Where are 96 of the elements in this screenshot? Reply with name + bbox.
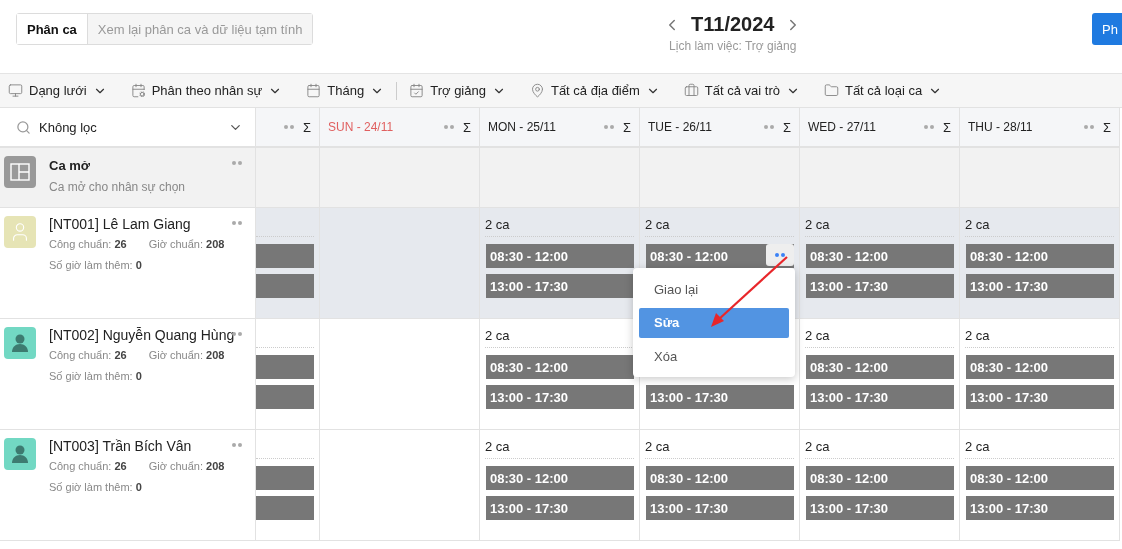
shift-bar[interactable]: 08:30 - 12:00: [966, 355, 1114, 379]
more-icon[interactable]: [774, 252, 786, 258]
calendar-gear-icon: [130, 83, 146, 98]
shift-bar[interactable]: 13:00 - 17:30: [486, 385, 634, 409]
employee-name: [NT003] Trần Bích Vân: [49, 438, 193, 454]
drag-handle-icon[interactable]: [922, 124, 935, 130]
search-icon: [16, 119, 31, 135]
employee-stat: Công chuẩn: 26: [49, 238, 127, 250]
person-icon: [10, 444, 30, 464]
shift-bar[interactable]: 08:30 - 12:00: [646, 466, 794, 490]
tab[interactable]: Phân ca: [17, 14, 88, 44]
layout-icon: [4, 156, 36, 188]
open-shift-title: Ca mở: [49, 158, 92, 173]
shift-count: 2 ca: [965, 328, 990, 343]
toolbar-dropdown[interactable]: Dạng lưới: [8, 83, 119, 98]
day-label: MON - 25/11: [488, 120, 557, 134]
sum-symbol[interactable]: Σ: [1102, 119, 1111, 135]
sum-symbol[interactable]: Σ: [302, 119, 311, 135]
shift-bar[interactable]: 13:00 - 17:30: [806, 274, 954, 298]
more-button[interactable]: [766, 244, 794, 266]
drag-handle-icon[interactable]: [231, 220, 243, 226]
toolbar-dropdown[interactable]: Tất cả địa điểm: [529, 83, 672, 98]
monitor-icon: [8, 83, 23, 98]
drag-handle-icon[interactable]: [762, 124, 775, 130]
shift-count: 2 ca: [805, 439, 830, 454]
open-shift-subtitle: Ca mở cho nhân sự chọn: [49, 180, 185, 194]
sum-symbol[interactable]: Σ: [942, 119, 951, 135]
person-icon: [10, 333, 30, 353]
filter-dropdown[interactable]: Không lọc: [0, 108, 256, 148]
shift-bar[interactable]: 08:30 - 12:00: [806, 244, 954, 268]
shift-count: 2 ca: [645, 217, 670, 232]
calendar-icon: [306, 83, 322, 98]
drag-handle-icon[interactable]: [602, 124, 615, 130]
shift-bar[interactable]: 13:00 - 17:30: [646, 496, 794, 520]
shift-bar[interactable]: 13:00 - 17:30: [646, 385, 794, 409]
shift-bar[interactable]: 08:30 - 12:00: [966, 466, 1114, 490]
menu-item[interactable]: Giao lại: [639, 274, 789, 304]
employee-stat: Giờ chuẩn: 208: [148, 238, 225, 250]
schedule-subtitle: Lịch làm việc: Trợ giảng: [669, 39, 797, 53]
period-title: T11/2024: [691, 13, 775, 36]
toolbar-dropdown[interactable]: Trợ giảng: [409, 83, 518, 98]
shift-bar[interactable]: 08:30 - 12:00: [486, 466, 634, 490]
employee-name: [NT001] Lê Lam Giang: [49, 216, 192, 232]
calendar-check-icon: [409, 83, 425, 98]
shift-count: 2 ca: [485, 217, 510, 232]
shift-bar[interactable]: 13:00 - 17:30: [486, 496, 634, 520]
shift-bar[interactable]: 08:30 - 12:00: [486, 355, 634, 379]
employee-name: [NT002] Nguyễn Quang Hùng: [49, 327, 235, 343]
toolbar-dropdown[interactable]: Tất cả loại ca: [823, 83, 955, 98]
employee-stat: Số giờ làm thêm: 0: [49, 370, 142, 382]
shift-bar[interactable]: 13:00 - 17:30: [966, 385, 1114, 409]
toolbar-dropdown[interactable]: Phân theo nhân sự: [130, 83, 295, 98]
shift-bar[interactable]: 13:00 - 17:30: [966, 274, 1114, 298]
shift-count: 2 ca: [485, 439, 510, 454]
shift-bar[interactable]: 13:00 - 17:30: [966, 496, 1114, 520]
shift-count: 2 ca: [485, 328, 510, 343]
menu-item[interactable]: Xóa: [639, 341, 789, 371]
employee-stat: Số giờ làm thêm: 0: [49, 481, 142, 493]
employee-stat: Công chuẩn: 26: [49, 349, 127, 361]
toolbar-dropdown[interactable]: Tháng: [306, 83, 397, 98]
shift-bar[interactable]: 08:30 - 12:00: [646, 244, 794, 268]
shift-bar[interactable]: 13:00 - 17:30: [486, 274, 634, 298]
drag-handle-icon[interactable]: [231, 442, 243, 448]
shift-bar[interactable]: 13:00 - 17:30: [806, 385, 954, 409]
shift-bar[interactable]: 13:00 - 17:30: [806, 496, 954, 520]
map-pin-icon: [529, 83, 545, 98]
day-label: WED - 27/11: [808, 120, 877, 134]
day-label: SUN - 24/11: [328, 120, 395, 134]
sum-symbol[interactable]: Σ: [462, 119, 471, 135]
shift-count: 2 ca: [965, 217, 990, 232]
shift-bar[interactable]: 08:30 - 12:00: [966, 244, 1114, 268]
shift-bar[interactable]: 08:30 - 12:00: [806, 466, 954, 490]
employee-stat: Giờ chuẩn: 208: [148, 460, 225, 472]
employee-stat: Số giờ làm thêm: 0: [49, 259, 142, 271]
shift-count: 2 ca: [645, 439, 670, 454]
menu-item[interactable]: Sửa: [639, 307, 789, 338]
shift-count: 2 ca: [805, 217, 830, 232]
tab[interactable]: Xem lại phân ca và dữ liệu tạm tính: [87, 14, 313, 44]
day-label: THU - 28/11: [968, 120, 1034, 134]
shift-bar[interactable]: 08:30 - 12:00: [806, 355, 954, 379]
day-label: TUE - 26/11: [648, 120, 713, 134]
folder-icon: [823, 83, 839, 98]
shift-count: 2 ca: [965, 439, 990, 454]
briefcase-icon: [683, 83, 699, 98]
drag-handle-icon[interactable]: [1082, 124, 1095, 130]
employee-stat: Giờ chuẩn: 208: [148, 349, 225, 361]
drag-handle-icon[interactable]: [231, 160, 243, 166]
drag-handle-icon[interactable]: [282, 124, 295, 130]
sum-symbol[interactable]: Σ: [782, 119, 791, 135]
shift-bar[interactable]: 08:30 - 12:00: [486, 244, 634, 268]
toolbar-dropdown[interactable]: Tất cả vai trò: [683, 83, 812, 98]
employee-stat: Công chuẩn: 26: [49, 460, 127, 472]
action-button[interactable]: Ph: [1092, 13, 1122, 45]
shift-count: 2 ca: [805, 328, 830, 343]
drag-handle-icon[interactable]: [442, 124, 455, 130]
sum-symbol[interactable]: Σ: [622, 119, 631, 135]
